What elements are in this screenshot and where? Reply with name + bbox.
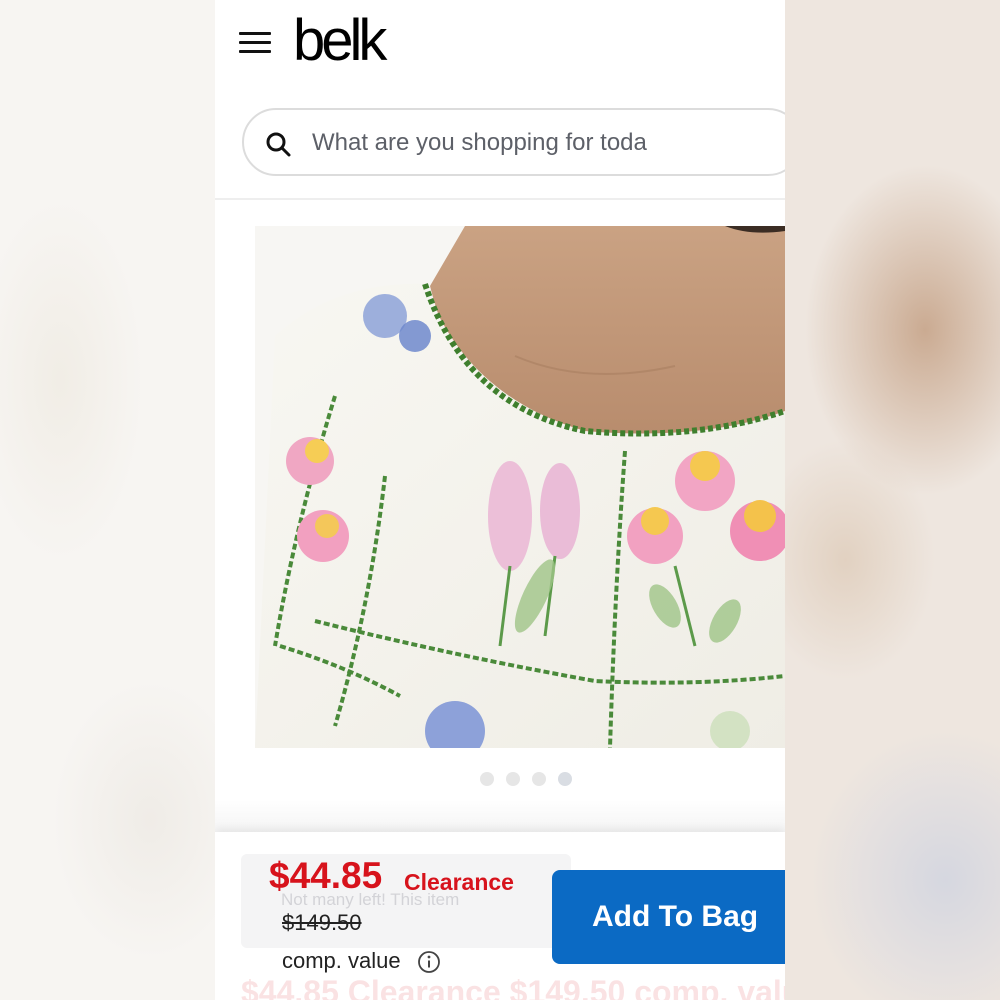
product-image[interactable] (255, 226, 785, 748)
carousel-dot[interactable] (506, 772, 520, 786)
mobile-page: belk What are you shopping for toda Not … (215, 0, 785, 1000)
site-header: belk (215, 0, 785, 200)
sale-price: $44.85 (269, 855, 383, 896)
blurred-background-left (0, 0, 215, 1000)
info-icon[interactable] (417, 950, 441, 974)
carousel-dots (480, 772, 572, 788)
carousel-dot[interactable] (480, 772, 494, 786)
ghost-footer-text: $44.85 Clearance $149.50 comp. value (241, 974, 785, 1000)
search-icon[interactable] (264, 130, 292, 158)
add-to-bag-button[interactable]: Add To Bag (552, 870, 785, 964)
comp-value-label: comp. value (282, 948, 401, 973)
sticky-purchase-bar: Not many left! This item $44.85 Clearanc… (215, 832, 785, 1000)
carousel-dot[interactable] (532, 772, 546, 786)
search-bar[interactable] (242, 108, 785, 176)
clearance-label: Clearance (404, 869, 514, 895)
blurred-background-right (785, 0, 1000, 1000)
search-input[interactable] (312, 124, 782, 162)
belk-logo[interactable]: belk (293, 6, 387, 76)
original-price: $149.50 (282, 910, 362, 935)
carousel-dot-active[interactable] (558, 772, 572, 786)
hamburger-menu-icon[interactable] (239, 30, 271, 56)
